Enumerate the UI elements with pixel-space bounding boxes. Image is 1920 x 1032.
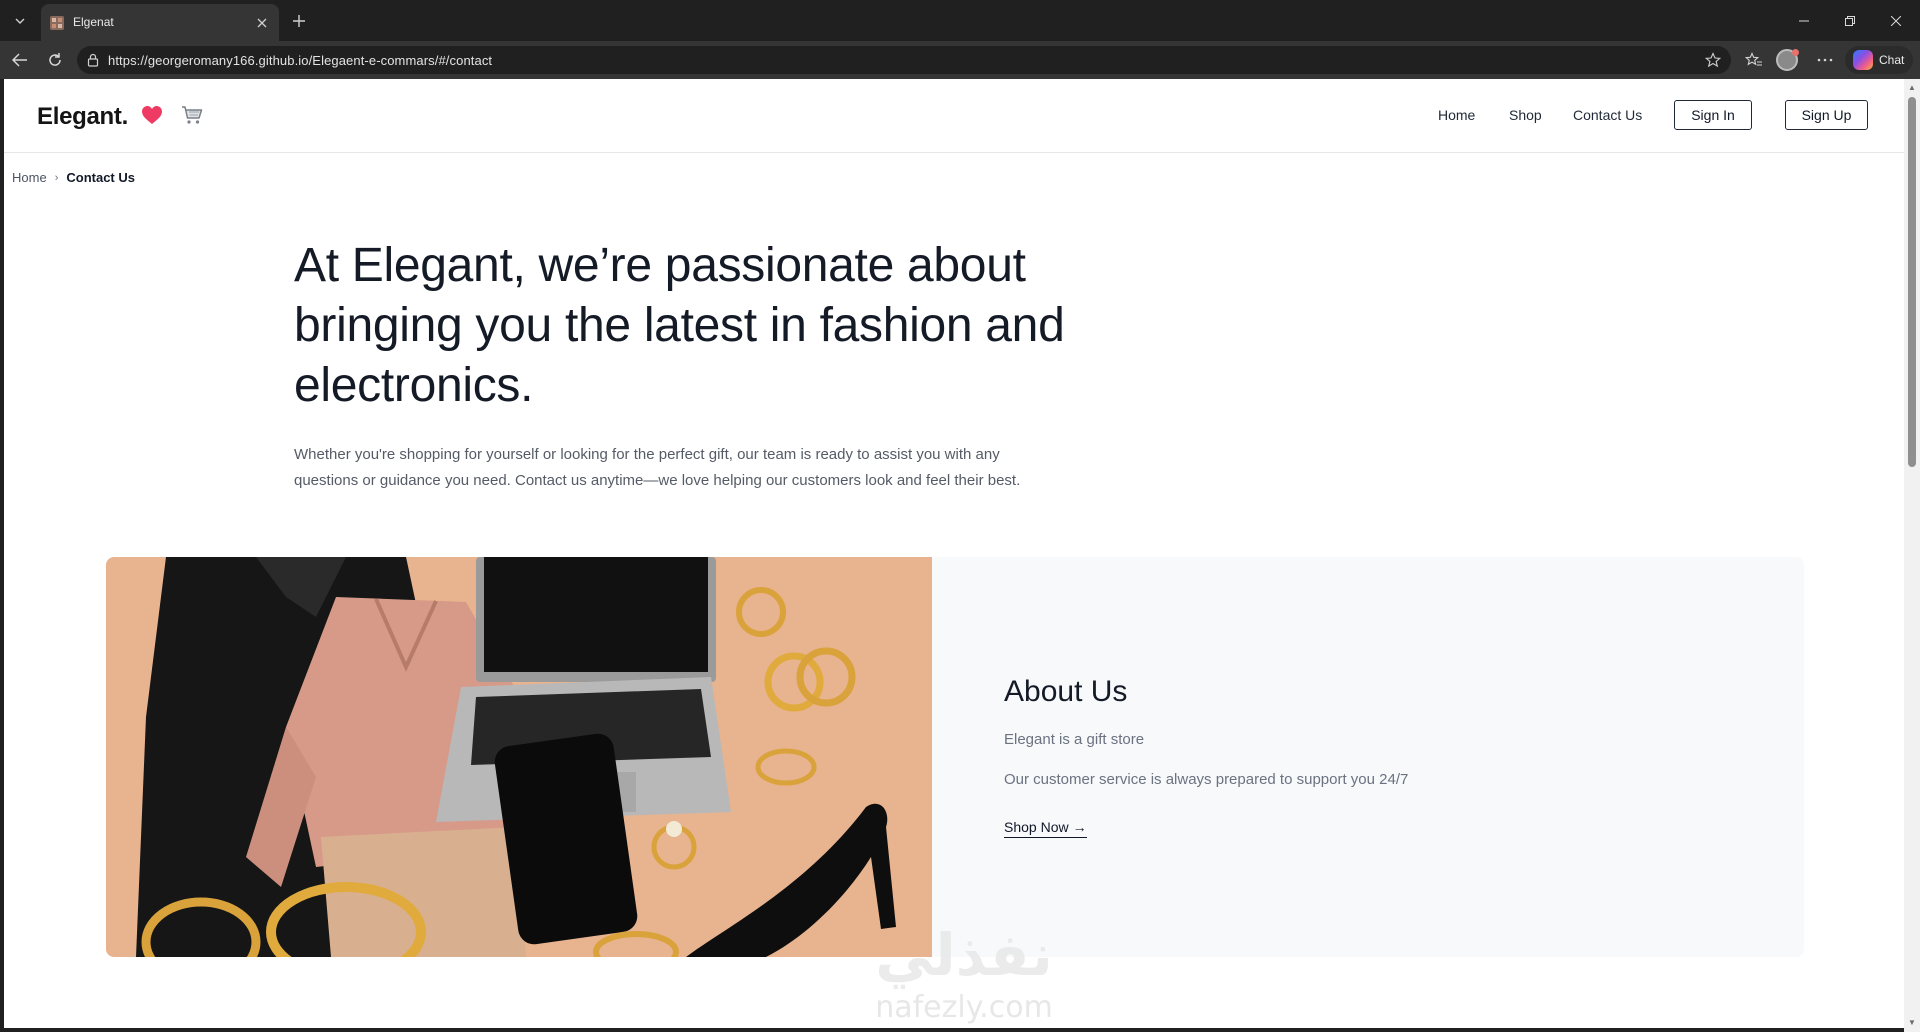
profile-avatar[interactable] <box>1776 49 1799 71</box>
window-close-icon[interactable] <box>1873 0 1919 41</box>
arrow-right-icon: → <box>1072 819 1087 835</box>
url-text: https://georgeromany166.github.io/Elegae… <box>108 53 493 68</box>
address-bar[interactable]: https://georgeromany166.github.io/Elegae… <box>77 46 1731 74</box>
nav-shop[interactable]: Shop <box>1509 107 1542 123</box>
scrollbar-thumb[interactable] <box>1908 97 1916 467</box>
shop-now-label: Shop Now <box>1004 819 1069 835</box>
scroll-up-icon[interactable]: ▲ <box>1908 84 1916 92</box>
scroll-down-icon[interactable]: ▼ <box>1908 1019 1916 1027</box>
watermark-arabic: نفذلي <box>875 921 1052 989</box>
breadcrumb-home[interactable]: Home <box>12 170 47 185</box>
cart-icon[interactable] <box>181 105 203 125</box>
sign-in-button[interactable]: Sign In <box>1674 100 1752 130</box>
about-title: About Us <box>1004 675 1128 708</box>
browser-tab[interactable]: Elgenat <box>41 4 279 41</box>
heart-icon[interactable] <box>141 105 163 125</box>
back-icon[interactable] <box>5 46 35 74</box>
favicon-icon <box>50 16 64 30</box>
plus-icon[interactable] <box>286 9 312 33</box>
breadcrumb: Home › Contact Us <box>12 170 135 185</box>
sign-up-button[interactable]: Sign Up <box>1785 100 1868 130</box>
site-header: Elegant. Home Shop Contact Us Sign In Si… <box>4 79 1904 153</box>
star-icon[interactable] <box>1703 50 1723 70</box>
hero-title: At Elegant, we’re passionate about bring… <box>294 239 1065 412</box>
lock-icon <box>87 53 99 67</box>
browser-toolbar: https://georgeromany166.github.io/Elegae… <box>0 41 1920 79</box>
breadcrumb-current: Contact Us <box>66 170 135 185</box>
browser-tab-bar: Elgenat <box>0 0 1920 41</box>
page-scrollbar[interactable]: ▲ ▼ <box>1904 79 1920 1032</box>
about-card: About Us Elegant is a gift store Our cus… <box>106 557 1804 957</box>
site-logo[interactable]: Elegant. <box>37 103 128 131</box>
hero-description: Whether you're shopping for yourself or … <box>294 446 1021 489</box>
shop-now-link[interactable]: Shop Now → <box>1004 819 1087 838</box>
nav-contact-us[interactable]: Contact Us <box>1573 107 1642 123</box>
close-icon[interactable] <box>253 14 271 32</box>
nafezly-watermark: نفذلي nafezly.com <box>875 921 1053 1025</box>
tab-title: Elgenat <box>73 15 114 29</box>
more-icon[interactable] <box>1810 46 1840 74</box>
copilot-icon <box>1853 50 1873 70</box>
about-line-support: Our customer service is always prepared … <box>1004 771 1409 788</box>
about-product-image <box>106 557 932 957</box>
reload-icon[interactable] <box>40 46 70 74</box>
watermark-latin: nafezly.com <box>875 990 1053 1025</box>
chat-label: Chat <box>1879 53 1905 67</box>
restore-icon[interactable] <box>1827 0 1873 41</box>
copilot-chat-button[interactable]: Chat <box>1845 46 1913 74</box>
about-line-store: Elegant is a gift store <box>1004 731 1145 748</box>
breadcrumb-separator: › <box>54 171 59 184</box>
minimize-icon[interactable] <box>1781 0 1827 41</box>
page-viewport: Elegant. Home Shop Contact Us Sign In Si… <box>4 79 1904 1028</box>
tab-list-icon[interactable] <box>6 7 34 34</box>
favorites-icon[interactable] <box>1739 46 1769 74</box>
nav-home[interactable]: Home <box>1438 107 1475 123</box>
